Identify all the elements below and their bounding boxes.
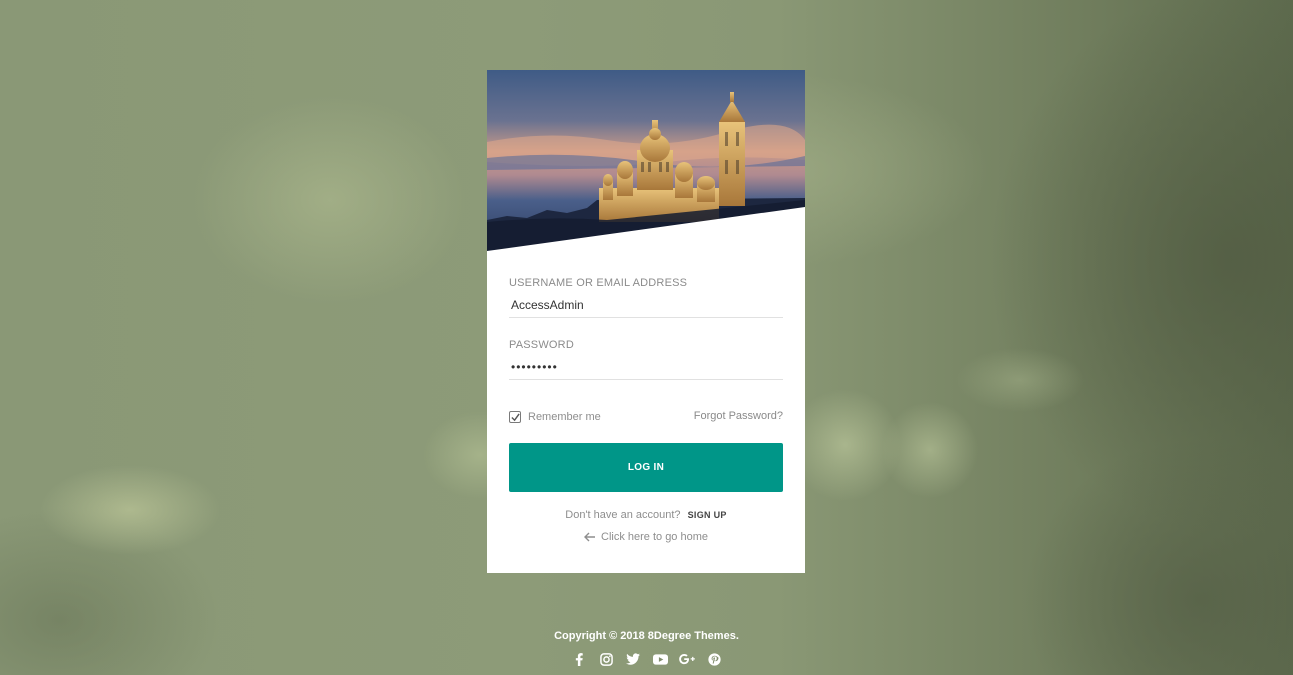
password-label: PASSWORD (509, 339, 574, 351)
remember-checkbox[interactable] (509, 411, 521, 423)
remember-me[interactable]: Remember me (509, 409, 601, 425)
check-icon (510, 412, 520, 421)
copyright-text: Copyright © 2018 8Degree Themes. (554, 630, 739, 642)
social-links (0, 651, 1293, 667)
login-card: USERNAME OR EMAIL ADDRESS PASSWORD Remem… (487, 70, 805, 573)
signup-link[interactable]: SIGN UP (688, 510, 727, 520)
no-account-text: Don't have an account? (565, 509, 681, 521)
hero-image (487, 70, 805, 251)
pinterest-icon[interactable] (706, 651, 722, 667)
forgot-password-link[interactable]: Forgot Password? (694, 410, 783, 422)
google-plus-icon[interactable] (679, 651, 695, 667)
facebook-icon[interactable] (571, 651, 587, 667)
login-button[interactable]: LOG IN (509, 443, 783, 492)
arrow-left-icon (584, 532, 595, 542)
twitter-icon[interactable] (625, 651, 641, 667)
username-field[interactable] (509, 292, 783, 318)
youtube-icon[interactable] (652, 651, 668, 667)
username-label: USERNAME OR EMAIL ADDRESS (509, 277, 688, 289)
remember-label: Remember me (528, 411, 601, 423)
go-home-link[interactable]: Click here to go home (509, 531, 783, 543)
signup-prompt: Don't have an account? SIGN UP (509, 509, 783, 521)
go-home-label: Click here to go home (601, 531, 708, 543)
instagram-icon[interactable] (598, 651, 614, 667)
password-field[interactable] (509, 354, 783, 380)
